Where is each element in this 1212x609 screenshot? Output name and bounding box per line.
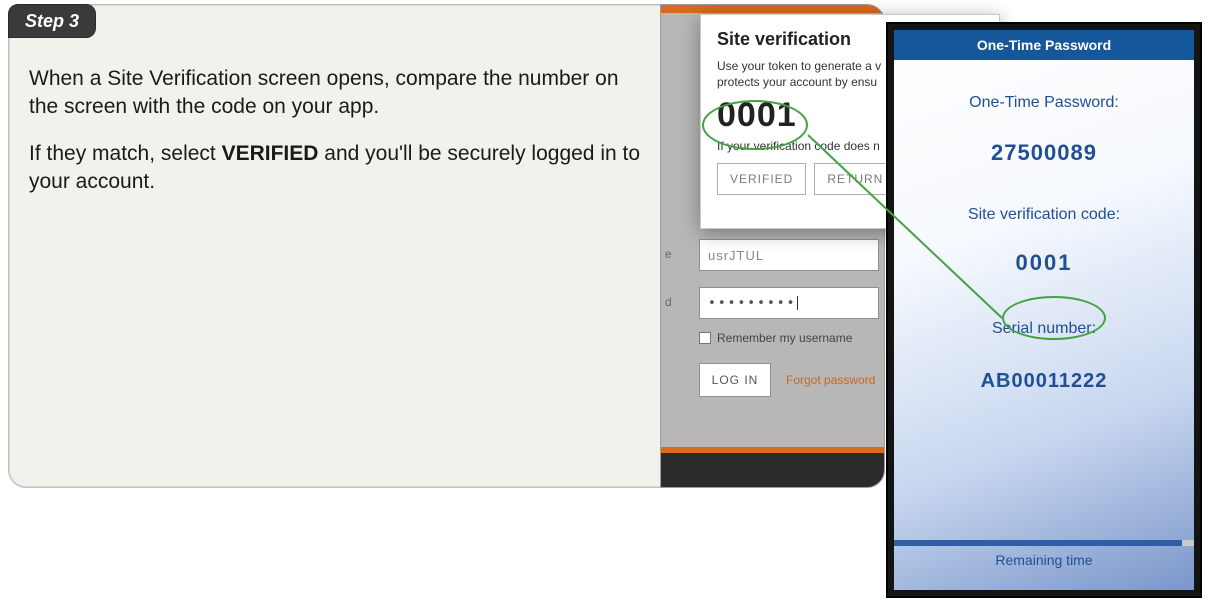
remember-username-checkbox[interactable]: Remember my username [699, 331, 852, 345]
site-verification-value: 0001 [894, 250, 1194, 276]
site-verification-label: Site verification code: [894, 206, 1194, 224]
username-input[interactable]: usrJTUL [699, 239, 879, 271]
instruction-text: When a Site Verification screen opens, c… [29, 65, 653, 196]
log-in-button[interactable]: LOG IN [699, 363, 771, 397]
remaining-time-bar [894, 540, 1194, 546]
accent-bar-top [661, 5, 884, 13]
password-input[interactable]: ••••••••• [699, 287, 879, 319]
otp-label: One-Time Password: [894, 94, 1194, 112]
otp-value: 27500089 [894, 140, 1194, 166]
remember-label: Remember my username [717, 331, 852, 345]
checkbox-icon [699, 332, 711, 344]
footer-bar [661, 453, 884, 487]
popup-desc-line2: protects your account by ensu [717, 75, 877, 89]
phone-screen: One-Time Password One-Time Password: 275… [894, 30, 1194, 590]
phone-body: One-Time Password: 27500089 Site verific… [894, 94, 1194, 393]
phone-footer: Remaining time [894, 552, 1194, 568]
phone-frame: One-Time Password One-Time Password: 275… [886, 22, 1202, 598]
step-badge: Step 3 [8, 4, 96, 38]
password-label-fragment: d [665, 295, 672, 309]
serial-number-label: Serial number: [894, 320, 1194, 338]
instruction-para-2a: If they match, select [29, 142, 222, 165]
remaining-time-label: Remaining time [995, 552, 1092, 568]
username-label-fragment: e [665, 247, 672, 261]
verified-button[interactable]: VERIFIED [717, 163, 806, 195]
popup-desc-line1: Use your token to generate a v [717, 59, 881, 73]
forgot-password-link[interactable]: Forgot password [786, 373, 875, 387]
instruction-para-1: When a Site Verification screen opens, c… [29, 65, 653, 122]
instruction-para-2: If they match, select VERIFIED and you'l… [29, 140, 653, 197]
instruction-para-2b: VERIFIED [222, 142, 319, 165]
instruction-card: When a Site Verification screen opens, c… [8, 4, 684, 488]
phone-header: One-Time Password [894, 30, 1194, 60]
serial-number-value: AB00011222 [894, 370, 1194, 393]
